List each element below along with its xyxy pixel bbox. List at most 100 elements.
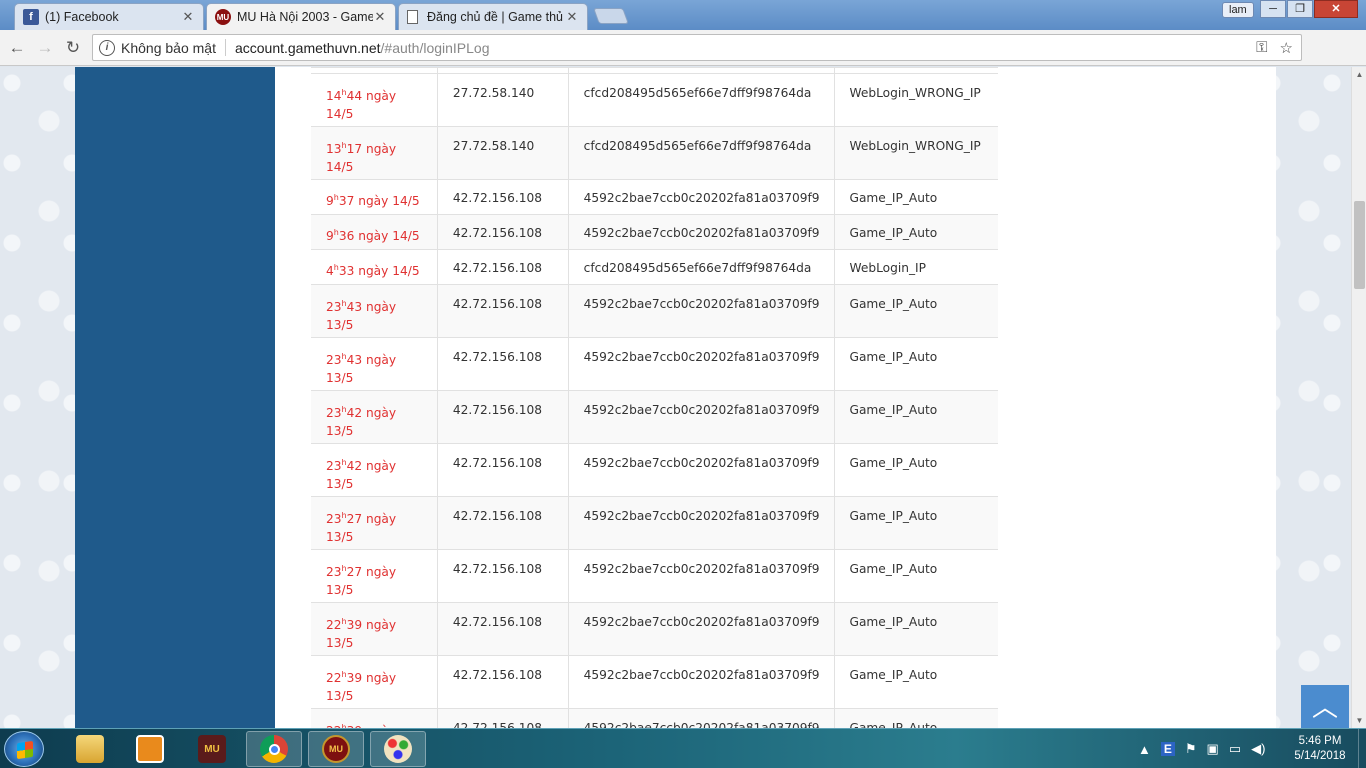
ip-cell: 42.72.156.108 <box>436 249 569 285</box>
time-minute: 33 ngày 14/5 <box>338 264 420 279</box>
show-desktop-button[interactable] <box>1358 729 1366 768</box>
time-minute: 39 ngày <box>346 671 397 686</box>
media-player-icon[interactable] <box>122 731 178 767</box>
type-cell: WebLogin_IP <box>833 249 998 285</box>
ip-cell: 42.72.156.108 <box>436 337 569 391</box>
time-date: 13/5 <box>326 424 354 439</box>
scrollbar-thumb[interactable] <box>1354 201 1365 289</box>
hash-cell: 4592c2bae7ccb0c20202fa81a03709f9 <box>567 496 835 550</box>
ip-value: 42.72.156.108 <box>452 403 542 417</box>
network-icon[interactable]: ▭ <box>1229 741 1241 757</box>
hash-cell: 4592c2bae7ccb0c20202fa81a03709f9 <box>567 443 835 497</box>
scroll-down-arrow-icon[interactable]: ▼ <box>1352 713 1366 728</box>
url-host[interactable]: account.gamethuvn.net <box>235 40 381 56</box>
time-date: 13/5 <box>326 636 354 651</box>
file-explorer-icon[interactable] <box>62 731 118 767</box>
table-row: 23h43 ngày 13/5 42.72.156.108 4592c2bae7ccb… <box>311 337 998 391</box>
mu-launcher-icon[interactable]: MU <box>308 731 364 767</box>
tab-dang-chu-de[interactable]: Đăng chủ đề | Game thủ ✕ <box>398 3 588 30</box>
profile-button[interactable]: lam <box>1222 2 1254 18</box>
bookmark-star-icon[interactable]: ☆ <box>1280 39 1293 57</box>
time-minute: 37 ngày 14/5 <box>338 194 420 209</box>
table-row: 4h33 ngày 14/5 42.72.156.108 cfcd208495d56… <box>311 249 998 285</box>
back-button[interactable]: ← <box>6 37 28 59</box>
time-hour: 22 <box>326 671 342 686</box>
scroll-up-arrow-icon[interactable]: ▲ <box>1352 67 1366 82</box>
ip-cell: 27.72.58.140 <box>436 126 569 180</box>
device-icon[interactable]: ▣ <box>1207 741 1219 757</box>
time-cell: 23h43 ngày 13/5 <box>311 284 438 338</box>
close-icon[interactable]: ✕ <box>565 9 579 25</box>
time-cell: 14h44 ngày 14/5 <box>311 73 438 127</box>
time-minute: 42 ngày <box>346 406 397 421</box>
time-date: 14/5 <box>326 160 354 175</box>
scroll-to-top-button[interactable]: ︿ <box>1301 685 1349 728</box>
volume-icon[interactable]: ◀) <box>1251 741 1265 757</box>
info-icon[interactable]: i <box>99 39 115 56</box>
tab-title: (1) Facebook <box>45 10 119 24</box>
divider <box>224 39 226 56</box>
time-hour: 23 <box>326 512 342 527</box>
time-minute: 39 ngày <box>346 618 397 633</box>
tab-title: Đăng chủ đề | Game thủ <box>427 10 563 24</box>
hash-cell: 4592c2bae7ccb0c20202fa81a03709f9 <box>567 179 835 215</box>
action-center-flag-icon[interactable]: ⚑ <box>1185 741 1197 757</box>
paint-icon[interactable] <box>370 731 426 767</box>
table-row: 23h42 ngày 13/5 42.72.156.108 4592c2bae7ccb… <box>311 443 998 497</box>
type-value: Game_IP_Auto <box>849 456 938 470</box>
url-path[interactable]: /#auth/loginIPLog <box>381 40 490 56</box>
reload-button[interactable]: ↻ <box>62 37 84 59</box>
hash-value: cfcd208495d565ef66e7dff9f98764da <box>583 86 812 100</box>
type-value: Game_IP_Auto <box>849 721 938 728</box>
type-value: Game_IP_Auto <box>849 668 938 682</box>
maximize-button[interactable]: ❐ <box>1287 0 1313 18</box>
taskbar: MU MU ▲ E ⚑ ▣ ▭ ◀) 5:46 PM 5/14/2018 <box>0 728 1366 768</box>
browser-tab-strip: f (1) Facebook ✕ MU MU Hà Nội 2003 - Gam… <box>0 0 1366 30</box>
ip-value: 27.72.58.140 <box>452 86 535 100</box>
unikey-icon[interactable]: E <box>1160 742 1175 756</box>
tab-mu-hanoi[interactable]: MU MU Hà Nội 2003 - Gamet ✕ <box>206 3 396 30</box>
minimize-button[interactable]: ─ <box>1260 0 1286 18</box>
type-cell: Game_IP_Auto <box>833 214 998 250</box>
main-content: 14h44 ngày 14/5 27.72.58.140 cfcd208495d565… <box>275 67 1276 728</box>
time-date: 13/5 <box>326 371 354 386</box>
ip-cell: 42.72.156.108 <box>436 214 569 250</box>
time-hour: 23 <box>326 406 342 421</box>
ip-value: 42.72.156.108 <box>452 191 542 205</box>
system-clock[interactable]: 5:46 PM 5/14/2018 <box>1285 734 1355 764</box>
time-date: 13/5 <box>326 583 354 598</box>
tab-facebook[interactable]: f (1) Facebook ✕ <box>14 3 204 30</box>
key-icon[interactable]: ⚿ <box>1256 39 1267 57</box>
time-hour: 22 <box>326 618 342 633</box>
ip-cell: 42.72.156.108 <box>436 390 569 444</box>
address-bar[interactable]: i Không bảo mật account.gamethuvn.net /#… <box>92 34 1302 61</box>
mu-game-icon[interactable]: MU <box>184 731 240 767</box>
table-row: 14h44 ngày 14/5 27.72.58.140 cfcd208495d565… <box>311 73 998 127</box>
window-close-button[interactable]: ✕ <box>1314 0 1358 18</box>
chrome-icon[interactable] <box>246 731 302 767</box>
hash-value: 4592c2bae7ccb0c20202fa81a03709f9 <box>583 297 820 311</box>
forward-button[interactable]: → <box>34 37 56 59</box>
clock-time: 5:46 PM <box>1298 735 1342 747</box>
time-hour: 4 <box>326 264 334 279</box>
page-background: 14h44 ngày 14/5 27.72.58.140 cfcd208495d565… <box>0 67 1351 728</box>
show-hidden-icons-icon[interactable]: ▲ <box>1138 742 1151 757</box>
security-label[interactable]: Không bảo mật <box>121 40 216 56</box>
type-cell: WebLogin_WRONG_IP <box>833 126 998 180</box>
type-cell: Game_IP_Auto <box>833 443 998 497</box>
table-row: 9h36 ngày 14/5 42.72.156.108 4592c2bae7ccb… <box>311 214 998 250</box>
new-tab-button[interactable] <box>593 8 629 24</box>
type-cell: Game_IP_Auto <box>833 549 998 603</box>
close-icon[interactable]: ✕ <box>181 9 195 25</box>
time-cell: 23h27 ngày 13/5 <box>311 549 438 603</box>
type-cell: Game_IP_Auto <box>833 284 998 338</box>
table-row: 23h42 ngày 13/5 42.72.156.108 4592c2bae7ccb… <box>311 390 998 444</box>
time-minute: 17 ngày <box>346 142 397 157</box>
time-cell: 9h36 ngày 14/5 <box>311 214 438 250</box>
hash-cell: 4592c2bae7ccb0c20202fa81a03709f9 <box>567 655 835 709</box>
start-button[interactable] <box>4 731 44 767</box>
time-minute: 27 ngày <box>346 512 397 527</box>
close-icon[interactable]: ✕ <box>373 9 387 25</box>
page-scrollbar[interactable]: ▲ ▼ <box>1351 67 1366 728</box>
table-row: 23h27 ngày 13/5 42.72.156.108 4592c2bae7ccb… <box>311 496 998 550</box>
